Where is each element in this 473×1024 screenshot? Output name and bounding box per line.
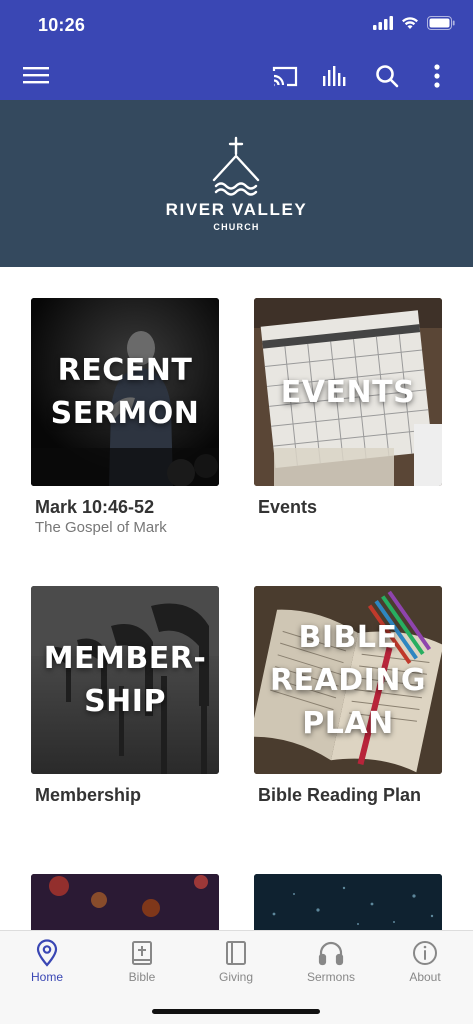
headphones-icon <box>318 941 344 966</box>
brand-banner: RIVER VALLEY CHURCH <box>0 100 473 267</box>
stars-photo <box>254 874 442 934</box>
more-vertical-icon[interactable] <box>422 61 452 91</box>
events-title[interactable]: Events <box>258 497 317 518</box>
events-tile[interactable]: EVENTS <box>254 298 442 486</box>
status-bar: 10:26 <box>0 0 473 50</box>
brand-subtitle: CHURCH <box>213 222 260 232</box>
recent-sermon-overlay-text: RECENT SERMON <box>50 353 200 431</box>
info-icon <box>413 941 437 965</box>
tab-bible-label: Bible <box>128 970 156 984</box>
app-bar <box>0 50 473 100</box>
search-icon[interactable] <box>372 61 402 91</box>
partial-tile-left[interactable] <box>31 874 219 934</box>
membership-tile[interactable]: MEMBER- SHIP <box>31 586 219 774</box>
wifi-icon <box>402 17 418 29</box>
battery-icon <box>427 16 455 30</box>
bible-reading-plan-title[interactable]: Bible Reading Plan <box>258 785 421 806</box>
tab-home[interactable]: Home <box>0 931 94 1001</box>
bible-reading-plan-tile[interactable]: BIBLE READING PLAN <box>254 586 442 774</box>
bible-reading-plan-overlay-text: BIBLE READING PLAN <box>269 619 427 741</box>
tab-home-label: Home <box>30 970 63 984</box>
cast-icon[interactable] <box>270 61 300 91</box>
recent-sermon-title[interactable]: Mark 10:46-52 <box>35 497 154 518</box>
partial-tile-right[interactable] <box>254 874 442 934</box>
tab-about-label: About <box>409 970 441 984</box>
recent-sermon-subtitle: The Gospel of Mark <box>35 519 167 536</box>
bokeh-photo <box>31 874 219 934</box>
tab-about[interactable]: About <box>378 931 472 1001</box>
book-icon <box>226 941 246 965</box>
recent-sermon-tile[interactable]: RECENT SERMON <box>31 298 219 486</box>
status-time: 10:26 <box>38 15 86 35</box>
events-overlay-text: EVENTS <box>280 374 416 410</box>
audio-bars-icon[interactable] <box>320 61 350 91</box>
menu-icon[interactable] <box>22 63 50 87</box>
location-pin-icon <box>36 939 58 967</box>
tab-sermons-label: Sermons <box>306 970 356 984</box>
brand-name: RIVER VALLEY <box>165 200 308 219</box>
membership-title[interactable]: Membership <box>35 785 141 806</box>
church-logo-icon <box>212 136 260 196</box>
home-indicator <box>152 1009 320 1014</box>
tab-giving-label: Giving <box>218 970 253 984</box>
bible-icon <box>132 941 152 965</box>
status-icons <box>373 16 455 30</box>
tab-sermons[interactable]: Sermons <box>284 931 378 1001</box>
membership-overlay-text: MEMBER- SHIP <box>43 641 207 719</box>
tab-bible[interactable]: Bible <box>95 931 189 1001</box>
signal-icon <box>373 16 393 30</box>
tab-giving[interactable]: Giving <box>189 931 283 1001</box>
